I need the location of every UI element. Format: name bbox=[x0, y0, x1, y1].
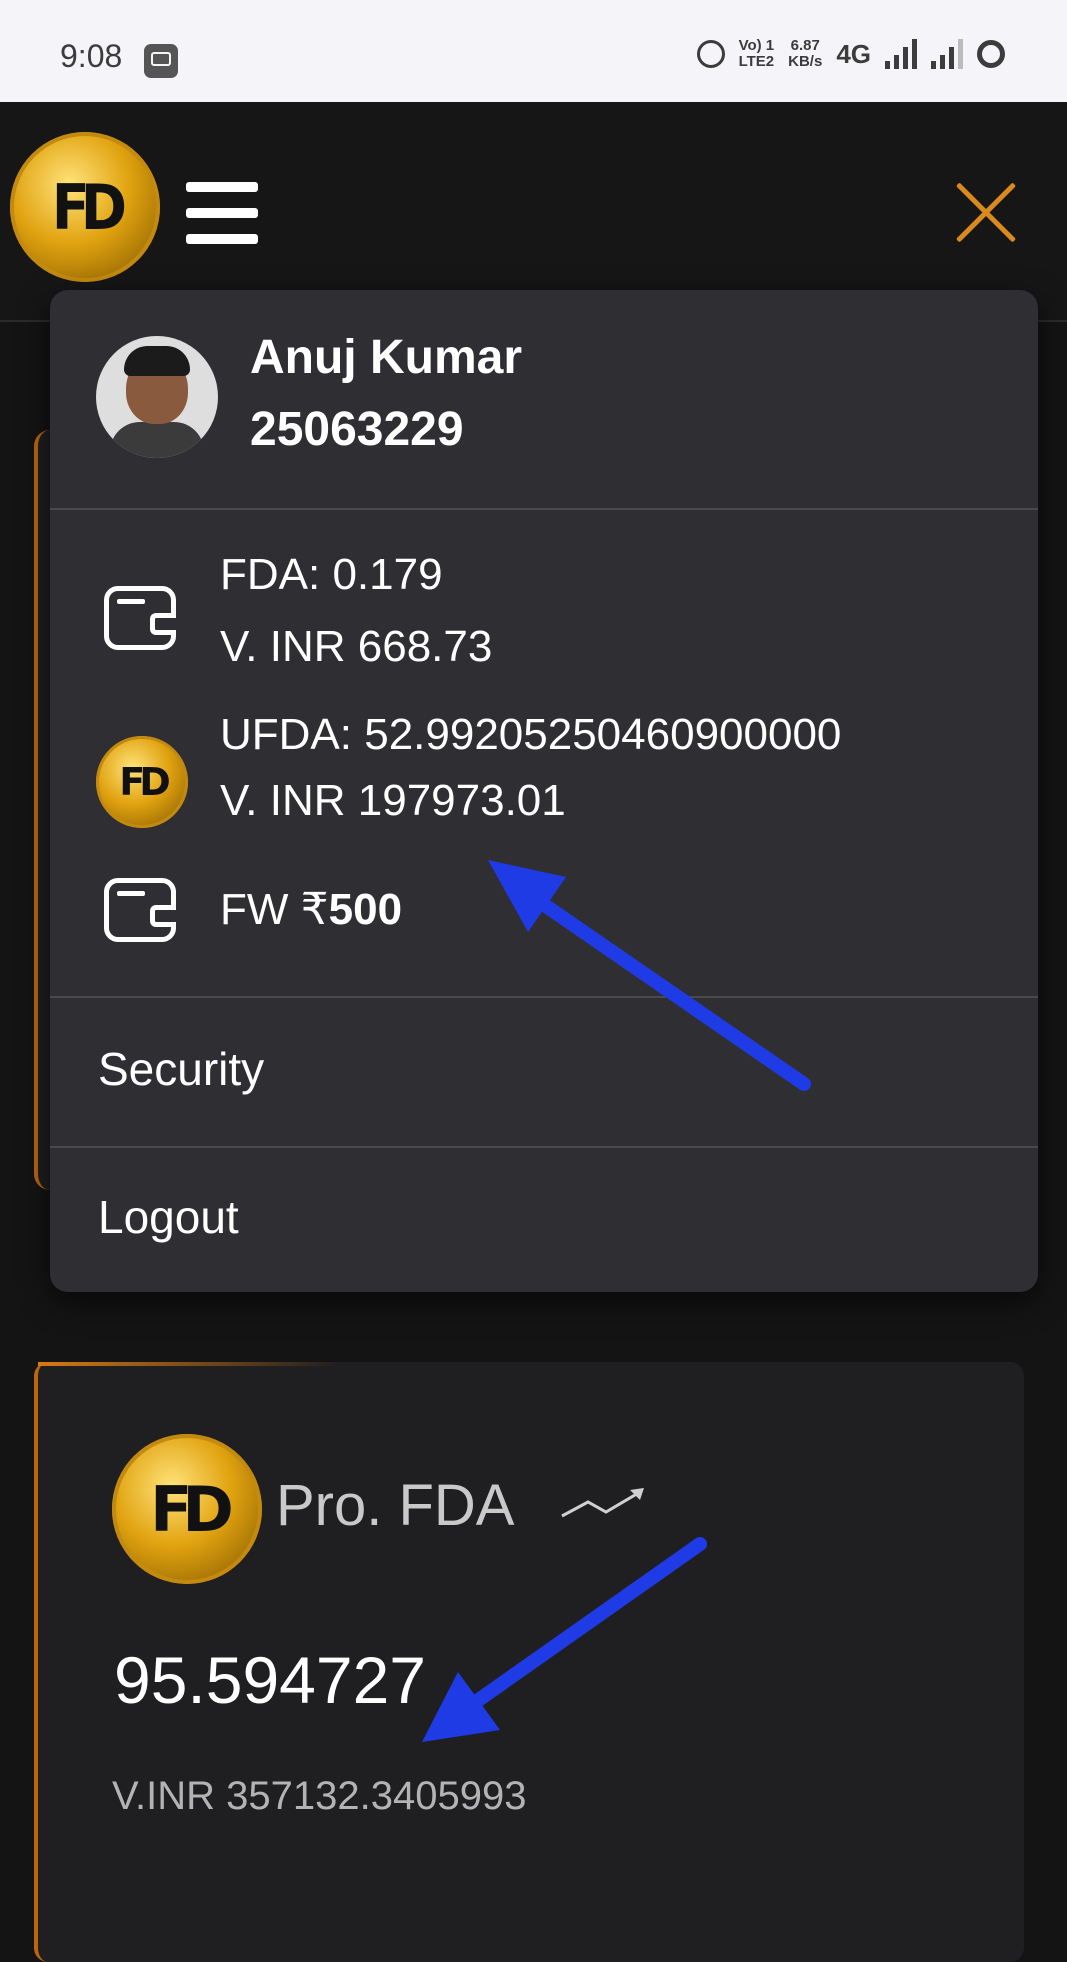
pro-fda-title: Pro. FDA bbox=[276, 1473, 515, 1538]
status-time: 9:08 bbox=[60, 38, 123, 74]
fd-coin-icon: FD bbox=[96, 736, 188, 828]
pro-fda-card[interactable]: FD Pro. FDA 95.594727 V.INR 357132.34059… bbox=[34, 1362, 1024, 1962]
signal-icon-2 bbox=[931, 39, 963, 69]
user-id: 25063229 bbox=[250, 403, 464, 456]
signal-icon bbox=[885, 39, 917, 69]
user-dropdown-menu: Anuj Kumar 25063229 FDA: 0.179 V. INR 66… bbox=[50, 290, 1038, 1292]
brand-logo[interactable]: FD bbox=[10, 132, 160, 282]
battery-icon bbox=[977, 40, 1005, 68]
volte-indicator: Vo) 1 LTE2 bbox=[738, 37, 775, 70]
menu-item-security[interactable]: Security bbox=[98, 1042, 264, 1096]
fw-balance: FW ₹500 bbox=[220, 885, 403, 934]
close-icon[interactable] bbox=[950, 180, 1014, 244]
network-speed: 6.87 KB/s bbox=[788, 37, 823, 70]
fd-coin-icon: FD bbox=[112, 1434, 262, 1584]
status-bar: 9:08 Vo) 1 LTE2 6.87 KB/s 4G bbox=[0, 0, 1067, 102]
pro-fda-inr-value: V.INR 357132.3405993 bbox=[112, 1774, 527, 1818]
user-name: Anuj Kumar bbox=[250, 331, 523, 384]
divider bbox=[50, 996, 1038, 998]
alarm-icon bbox=[696, 40, 725, 68]
fda-inr-value: V. INR 668.73 bbox=[220, 622, 493, 671]
avatar bbox=[96, 336, 218, 458]
fda-balance: FDA: 0.179 bbox=[220, 550, 443, 599]
divider bbox=[50, 1146, 1038, 1148]
status-indicators: Vo) 1 LTE2 6.87 KB/s 4G bbox=[696, 37, 1005, 70]
ufda-balance: UFDA: 52.99205250460900000 bbox=[220, 710, 842, 759]
wallet-icon bbox=[104, 586, 176, 650]
hamburger-menu-icon[interactable] bbox=[186, 182, 258, 244]
pro-fda-value: 95.594727 bbox=[114, 1643, 426, 1717]
profile-section: Anuj Kumar 25063229 bbox=[50, 290, 1038, 510]
app-header: FD bbox=[0, 102, 1067, 322]
ufda-inr-value: V. INR 197973.01 bbox=[220, 776, 566, 825]
wallet-icon bbox=[104, 878, 176, 942]
screen-cast-icon bbox=[144, 44, 178, 78]
menu-item-logout[interactable]: Logout bbox=[98, 1190, 239, 1244]
network-type: 4G bbox=[836, 38, 871, 69]
trend-up-icon bbox=[561, 1488, 644, 1518]
